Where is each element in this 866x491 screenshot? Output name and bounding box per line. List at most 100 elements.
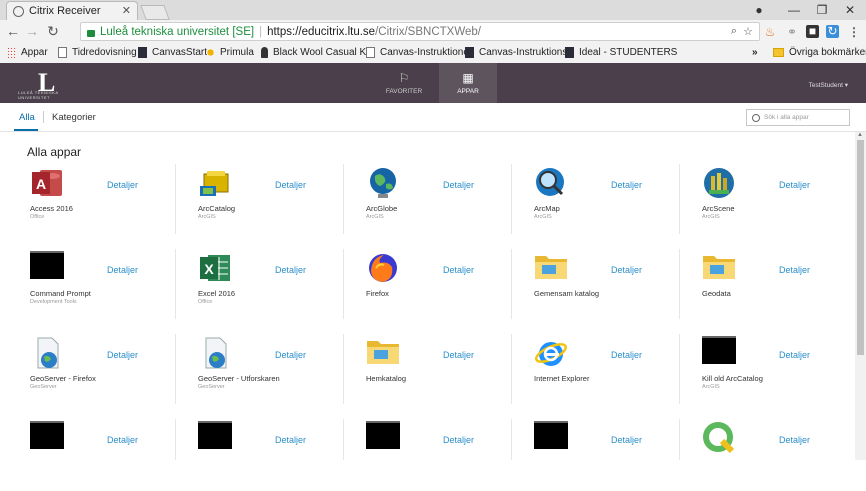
folder-icon[interactable] bbox=[702, 251, 736, 285]
folder-icon[interactable] bbox=[366, 336, 400, 370]
terminal-icon[interactable] bbox=[366, 421, 400, 455]
user-menu[interactable]: TestStudent ▾ bbox=[809, 81, 848, 89]
app-tile[interactable]: Gemensam katalog Detaljer bbox=[534, 251, 686, 321]
app-tile[interactable]: Firefox Detaljer bbox=[366, 251, 518, 321]
app-tile[interactable]: Detaljer bbox=[30, 421, 182, 491]
terminal-icon[interactable] bbox=[198, 421, 232, 455]
reload-icon[interactable]: ↻ bbox=[44, 23, 62, 40]
terminal-icon[interactable] bbox=[30, 251, 64, 285]
menu-icon[interactable]: ⋮ bbox=[846, 24, 862, 40]
bookmark-apps[interactable]: Appar bbox=[7, 47, 48, 58]
qgis-icon[interactable] bbox=[702, 421, 736, 455]
zoom-icon[interactable]: ⌕ bbox=[731, 25, 737, 38]
bookmark-black-wool[interactable]: Black Wool Casual K bbox=[261, 47, 366, 58]
arcscene-icon[interactable] bbox=[702, 166, 736, 200]
details-link[interactable]: Detaljer bbox=[779, 350, 810, 360]
browser-tab[interactable]: Citrix Receiver ✕ bbox=[6, 1, 138, 20]
excel-icon[interactable]: X bbox=[198, 251, 232, 285]
profile-icon[interactable]: ● bbox=[745, 0, 773, 20]
scrollbar[interactable]: ▲ bbox=[855, 132, 866, 460]
bookmark-canvas-instruktioner[interactable]: Canvas-Instruktioner bbox=[366, 47, 472, 58]
app-tile[interactable]: A Access 2016 Office Detaljer bbox=[30, 166, 182, 236]
restore-button[interactable]: ❐ bbox=[808, 0, 836, 20]
search-input[interactable]: Sök i alla appar bbox=[746, 109, 850, 126]
app-tile[interactable]: ArcMap ArcGIS Detaljer bbox=[534, 166, 686, 236]
app-name[interactable]: Geodata bbox=[702, 289, 731, 298]
back-icon[interactable]: ← bbox=[4, 23, 22, 39]
tab-favoriter[interactable]: ⚐ FAVORITER bbox=[375, 63, 433, 103]
details-link[interactable]: Detaljer bbox=[779, 265, 810, 275]
app-name[interactable]: Kill old ArcCatalog bbox=[702, 374, 763, 383]
minimize-button[interactable]: — bbox=[780, 0, 808, 20]
details-link[interactable]: Detaljer bbox=[779, 180, 810, 190]
app-tile[interactable]: Detaljer bbox=[702, 421, 854, 491]
bookmarks-overflow-button[interactable]: » bbox=[752, 47, 758, 58]
new-tab-button[interactable] bbox=[140, 5, 170, 20]
app-tile[interactable]: GeoServer - Firefox GeoServer Detaljer bbox=[30, 336, 182, 406]
details-link[interactable]: Detaljer bbox=[611, 265, 642, 275]
app-tile[interactable]: Internet Explorer Detaljer bbox=[534, 336, 686, 406]
app-tile[interactable]: GeoServer - Utforskaren GeoServer Detaljer bbox=[198, 336, 350, 406]
arcglobe-icon[interactable] bbox=[366, 166, 400, 200]
app-tile[interactable]: Detaljer bbox=[366, 421, 518, 491]
app-tile[interactable]: X Excel 2016 Office Detaljer bbox=[198, 251, 350, 321]
app-tile[interactable]: Geodata Detaljer bbox=[702, 251, 854, 321]
terminal-icon[interactable] bbox=[30, 421, 64, 455]
app-name[interactable]: ArcGlobe bbox=[366, 204, 397, 213]
bookmark-other[interactable]: Övriga bokmärken bbox=[773, 47, 866, 58]
access-icon[interactable]: A bbox=[30, 166, 64, 200]
ltu-logo[interactable]: L LULEÅ TEKNISKA UNIVERSITET bbox=[18, 68, 62, 100]
tab-appar[interactable]: ▦ APPAR bbox=[439, 63, 497, 103]
scrollbar-thumb[interactable] bbox=[857, 140, 864, 355]
tab-alla[interactable]: Alla bbox=[19, 112, 35, 123]
details-link[interactable]: Detaljer bbox=[443, 265, 474, 275]
app-name[interactable]: Excel 2016 bbox=[198, 289, 235, 298]
details-link[interactable]: Detaljer bbox=[443, 350, 474, 360]
app-tile[interactable]: ArcCatalog ArcGIS Detaljer bbox=[198, 166, 350, 236]
app-name[interactable]: Hemkatalog bbox=[366, 374, 406, 383]
details-link[interactable]: Detaljer bbox=[779, 435, 810, 445]
bookmark-canvas-instruktionsf[interactable]: Canvas-Instruktionsf bbox=[465, 47, 570, 58]
app-name[interactable]: GeoServer - Firefox bbox=[30, 374, 96, 383]
close-window-button[interactable]: ✕ bbox=[836, 0, 864, 20]
details-link[interactable]: Detaljer bbox=[611, 350, 642, 360]
bookmark-tidredovisning[interactable]: Tidredovisning bbox=[58, 47, 137, 58]
address-bar[interactable]: Luleå tekniska universitet [SE] | https:… bbox=[80, 22, 760, 41]
extension-fire-icon[interactable]: ♨ bbox=[762, 24, 778, 40]
app-name[interactable]: Firefox bbox=[366, 289, 389, 298]
details-link[interactable]: Detaljer bbox=[107, 265, 138, 275]
app-tile[interactable]: ArcGlobe ArcGIS Detaljer bbox=[366, 166, 518, 236]
details-link[interactable]: Detaljer bbox=[107, 435, 138, 445]
bookmark-canvasstart[interactable]: CanvasStart bbox=[138, 47, 207, 58]
bookmark-primula[interactable]: Primula bbox=[206, 47, 254, 58]
extension-link-icon[interactable]: ⚭ bbox=[784, 24, 800, 40]
details-link[interactable]: Detaljer bbox=[275, 350, 306, 360]
app-tile[interactable]: Detaljer bbox=[534, 421, 686, 491]
details-link[interactable]: Detaljer bbox=[107, 350, 138, 360]
app-name[interactable]: Access 2016 bbox=[30, 204, 73, 213]
tab-kategorier[interactable]: Kategorier bbox=[52, 112, 96, 123]
extension-blue-icon[interactable]: ↻ bbox=[826, 25, 839, 38]
scroll-up-icon[interactable]: ▲ bbox=[857, 132, 863, 138]
arccatalog-icon[interactable] bbox=[198, 166, 232, 200]
app-tile[interactable]: ArcScene ArcGIS Detaljer bbox=[702, 166, 854, 236]
details-link[interactable]: Detaljer bbox=[611, 435, 642, 445]
app-tile[interactable]: Hemkatalog Detaljer bbox=[366, 336, 518, 406]
arcmap-icon[interactable] bbox=[534, 166, 568, 200]
details-link[interactable]: Detaljer bbox=[275, 435, 306, 445]
details-link[interactable]: Detaljer bbox=[275, 265, 306, 275]
geoserver-icon[interactable] bbox=[30, 336, 64, 370]
details-link[interactable]: Detaljer bbox=[275, 180, 306, 190]
firefox-icon[interactable] bbox=[366, 251, 400, 285]
close-tab-icon[interactable]: ✕ bbox=[122, 4, 131, 17]
terminal-icon[interactable] bbox=[702, 336, 736, 370]
details-link[interactable]: Detaljer bbox=[611, 180, 642, 190]
details-link[interactable]: Detaljer bbox=[443, 180, 474, 190]
app-tile[interactable]: Command Prompt Development Tools Detaljer bbox=[30, 251, 182, 321]
app-name[interactable]: ArcScene bbox=[702, 204, 735, 213]
geoserver-icon[interactable] bbox=[198, 336, 232, 370]
app-name[interactable]: ArcMap bbox=[534, 204, 560, 213]
app-name[interactable]: Gemensam katalog bbox=[534, 289, 599, 298]
details-link[interactable]: Detaljer bbox=[107, 180, 138, 190]
app-name[interactable]: GeoServer - Utforskaren bbox=[198, 374, 280, 383]
